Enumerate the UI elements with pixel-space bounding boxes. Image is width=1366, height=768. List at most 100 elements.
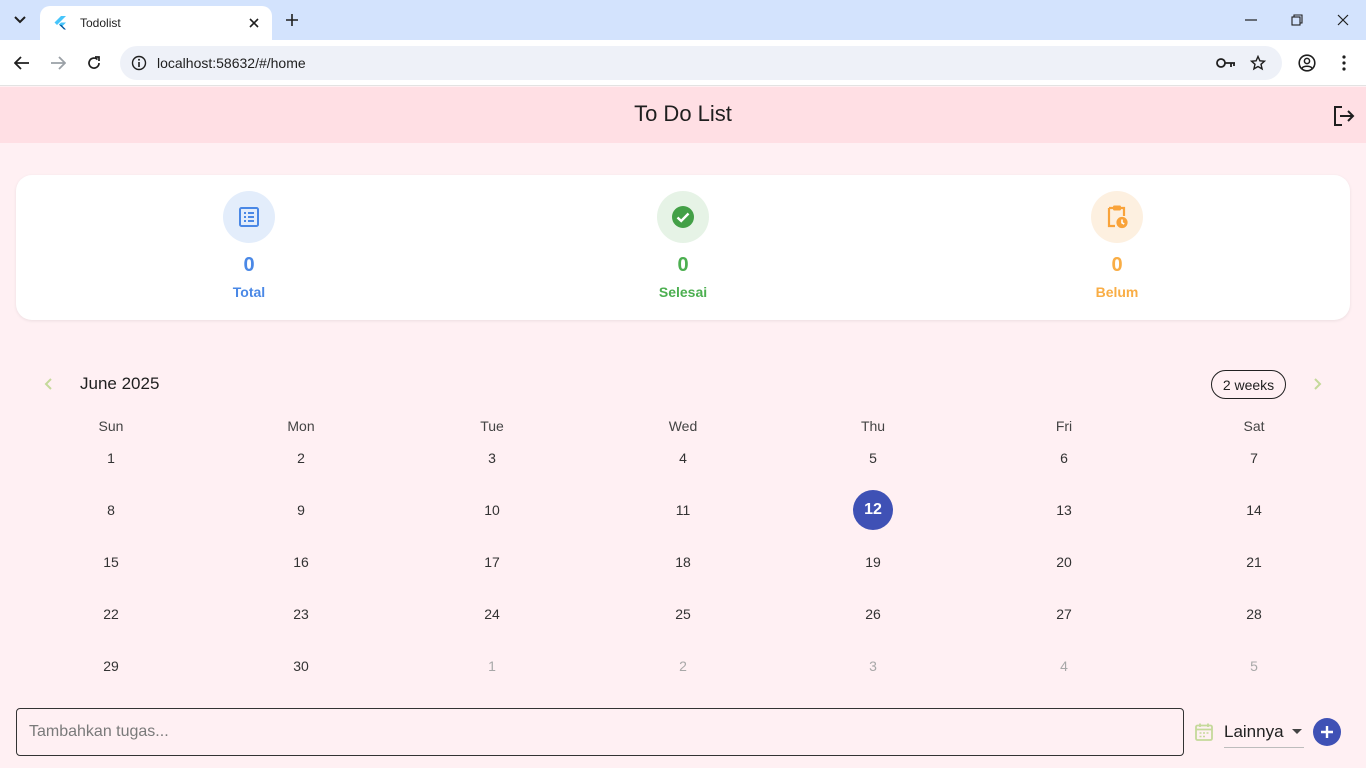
calendar-day[interactable]: 10 <box>472 490 512 530</box>
stat-total: 0 Total <box>149 191 349 300</box>
stat-total-label: Total <box>232 284 266 300</box>
stat-pending-value: 0 <box>1111 254 1123 276</box>
calendar-day[interactable]: 11 <box>663 490 703 530</box>
close-icon <box>249 18 259 28</box>
calendar-day[interactable]: 16 <box>281 542 321 582</box>
stat-total-value: 0 <box>243 254 255 276</box>
calendar-day[interactable]: 14 <box>1234 490 1274 530</box>
calendar-day[interactable]: 29 <box>91 646 131 686</box>
url-text[interactable]: localhost:58632/#/home <box>157 55 1212 71</box>
browser-tab[interactable]: Todolist <box>40 6 272 40</box>
logout-button[interactable] <box>1330 102 1358 130</box>
password-key-icon[interactable] <box>1212 49 1240 77</box>
category-dropdown[interactable]: Lainnya <box>1224 716 1304 748</box>
new-tab-button[interactable] <box>280 8 304 32</box>
calendar-day[interactable]: 26 <box>853 594 893 634</box>
category-value: Lainnya <box>1224 721 1284 741</box>
minimize-button[interactable] <box>1236 6 1266 34</box>
calendar-day-outside[interactable]: 2 <box>663 646 703 686</box>
stat-done-label: Selesai <box>658 284 708 300</box>
calendar-next-button[interactable] <box>1306 372 1330 396</box>
stat-total-badge <box>223 191 275 243</box>
calendar-day[interactable]: 30 <box>281 646 321 686</box>
stat-pending: 0 Belum <box>1017 191 1217 300</box>
calendar-format-button[interactable]: 2 weeks <box>1211 370 1286 399</box>
calendar-day[interactable]: 27 <box>1044 594 1084 634</box>
tab-search-button[interactable] <box>8 8 32 32</box>
calendar-day[interactable]: 20 <box>1044 542 1084 582</box>
calendar-day[interactable]: 9 <box>281 490 321 530</box>
stat-done: 0 Selesai <box>583 191 783 300</box>
calendar-day[interactable]: 17 <box>472 542 512 582</box>
tab-close-button[interactable] <box>246 15 262 31</box>
stat-done-badge <box>657 191 709 243</box>
restore-button[interactable] <box>1282 6 1312 34</box>
info-icon[interactable] <box>130 54 148 72</box>
calendar-day[interactable]: 15 <box>91 542 131 582</box>
pending-clipboard-icon <box>1107 205 1128 229</box>
app-bar: To Do List <box>0 87 1366 143</box>
calendar-day[interactable]: 1 <box>91 438 131 478</box>
calendar-day[interactable]: 4 <box>663 438 703 478</box>
calendar-day-outside[interactable]: 4 <box>1044 646 1084 686</box>
dropdown-arrow-icon <box>1291 729 1302 734</box>
calendar-day[interactable]: 2 <box>281 438 321 478</box>
chevron-right-icon <box>1314 378 1322 390</box>
calendar-month-label: June 2025 <box>80 374 160 393</box>
forward-button[interactable] <box>44 49 72 77</box>
chevron-left-icon <box>44 378 52 390</box>
calendar-prev-button[interactable] <box>36 372 60 396</box>
stat-done-value: 0 <box>677 254 689 276</box>
add-task-button[interactable] <box>1313 718 1341 746</box>
calendar-icon <box>1195 723 1213 741</box>
plus-icon <box>1321 726 1333 738</box>
calendar-day-outside[interactable]: 5 <box>1234 646 1274 686</box>
browser-toolbar: localhost:58632/#/home <box>0 40 1366 86</box>
calendar-day[interactable]: 25 <box>663 594 703 634</box>
calendar-day-outside[interactable]: 1 <box>472 646 512 686</box>
calendar-day[interactable]: 6 <box>1044 438 1084 478</box>
calendar-day[interactable]: 19 <box>853 542 893 582</box>
calendar-day[interactable]: 22 <box>91 594 131 634</box>
back-button[interactable] <box>8 49 36 77</box>
more-vert-icon <box>1342 55 1346 71</box>
reload-button[interactable] <box>80 49 108 77</box>
calendar-day-selected[interactable]: 12 <box>853 490 893 530</box>
chevron-down-icon <box>14 16 26 24</box>
stats-card: 0 Total 0 Selesai 0 Belum <box>16 175 1350 320</box>
stat-pending-badge <box>1091 191 1143 243</box>
calendar-day[interactable]: 7 <box>1234 438 1274 478</box>
calendar-day[interactable]: 18 <box>663 542 703 582</box>
flutter-favicon-icon <box>52 15 68 31</box>
stat-pending-label: Belum <box>1095 284 1139 300</box>
window-close-button[interactable] <box>1328 6 1358 34</box>
arrow-right-icon <box>51 56 66 70</box>
reload-icon <box>88 56 100 69</box>
weekday-wed: Wed <box>668 418 698 434</box>
weekday-sun: Sun <box>98 418 124 434</box>
add-task-input[interactable] <box>16 708 1184 756</box>
calendar-day[interactable]: 3 <box>472 438 512 478</box>
page-title: To Do List <box>634 101 732 126</box>
browser-tab-strip: Todolist <box>0 0 1366 40</box>
calendar-day[interactable]: 28 <box>1234 594 1274 634</box>
calendar-day[interactable]: 5 <box>853 438 893 478</box>
weekday-thu: Thu <box>860 418 886 434</box>
tab-title: Todolist <box>80 16 121 30</box>
minimize-icon <box>1245 19 1257 21</box>
profile-button[interactable] <box>1293 49 1321 77</box>
account-circle-icon <box>1298 54 1316 72</box>
calendar-day[interactable]: 23 <box>281 594 321 634</box>
calendar-day-outside[interactable]: 3 <box>853 646 893 686</box>
calendar-day[interactable]: 24 <box>472 594 512 634</box>
address-bar[interactable]: localhost:58632/#/home <box>120 46 1282 80</box>
weekday-sat: Sat <box>1243 418 1265 434</box>
date-picker-button[interactable] <box>1192 720 1216 744</box>
bookmark-star-icon[interactable] <box>1244 49 1272 77</box>
list-icon <box>239 207 259 227</box>
calendar-day[interactable]: 21 <box>1234 542 1274 582</box>
close-icon <box>1337 14 1349 26</box>
browser-menu-button[interactable] <box>1330 49 1358 77</box>
calendar-day[interactable]: 13 <box>1044 490 1084 530</box>
calendar-day[interactable]: 8 <box>91 490 131 530</box>
